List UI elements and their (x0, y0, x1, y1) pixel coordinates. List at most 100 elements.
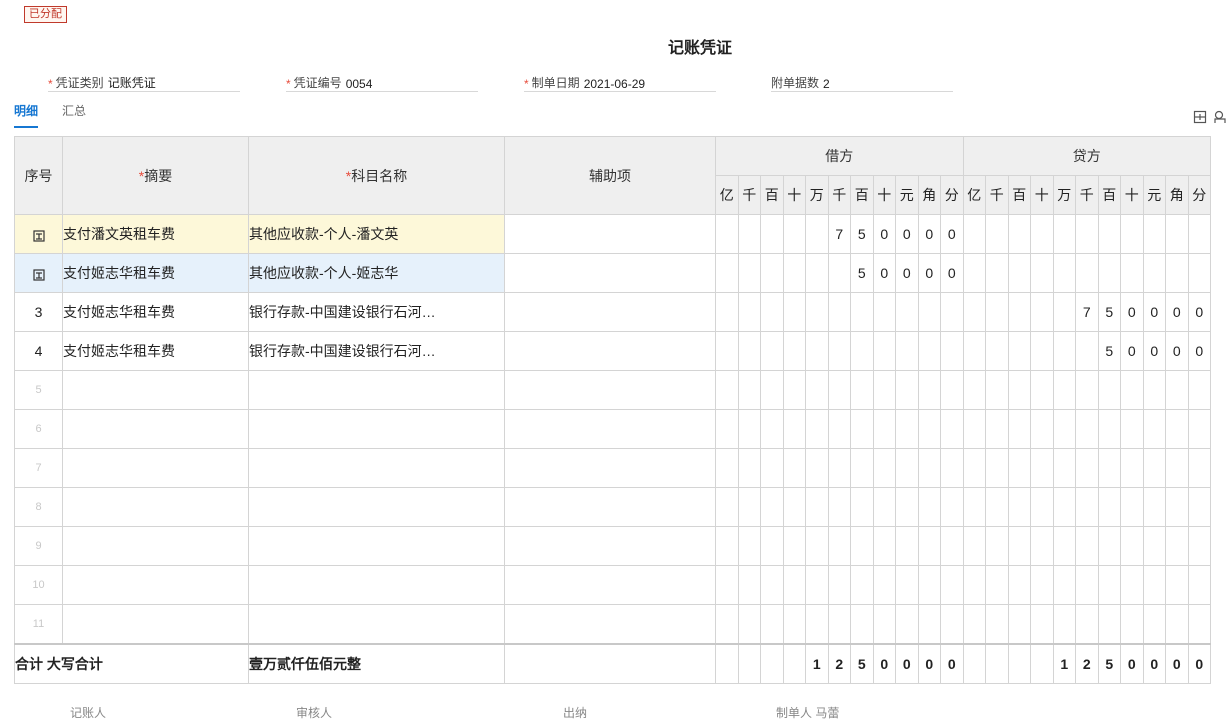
debit-digit-cell[interactable] (940, 409, 964, 449)
debit-digit-cell[interactable] (850, 565, 874, 605)
credit-digit-cell[interactable] (985, 370, 1009, 410)
table-row[interactable]: 支付姬志华租车费 其他应收款-个人-姬志华 5 0 0 0 0 (14, 253, 1211, 293)
attachment-count-value[interactable]: 2 (823, 77, 830, 91)
auxiliary-cell[interactable] (504, 292, 716, 332)
debit-digit-cell[interactable] (737, 331, 761, 371)
credit-digit-cell[interactable] (1052, 292, 1076, 332)
credit-digit-cell[interactable] (1007, 487, 1031, 527)
table-row[interactable]: 6 (14, 409, 1211, 449)
credit-digit-cell[interactable] (1120, 370, 1144, 410)
credit-digit-cell[interactable] (985, 448, 1009, 488)
table-row[interactable]: 10 (14, 565, 1211, 605)
debit-digit-cell[interactable] (940, 331, 964, 371)
summary-cell[interactable]: 支付姬志华租车费 (62, 253, 249, 293)
debit-digit-cell[interactable] (850, 370, 874, 410)
debit-digit-cell[interactable] (850, 526, 874, 566)
account-cell[interactable]: 其他应收款-个人-潘文英 (248, 214, 505, 254)
debit-digit-cell[interactable] (715, 565, 739, 605)
credit-digit-cell[interactable] (1187, 565, 1211, 605)
debit-digit-cell[interactable] (872, 526, 896, 566)
debit-digit-cell[interactable]: 0 (940, 214, 964, 254)
debit-digit-cell[interactable] (940, 565, 964, 605)
insert-row-icon[interactable] (32, 229, 45, 242)
credit-digit-cell[interactable] (1007, 526, 1031, 566)
auxiliary-cell[interactable] (504, 253, 716, 293)
debit-digit-cell[interactable] (715, 526, 739, 566)
credit-digit-cell[interactable] (1030, 565, 1054, 605)
debit-digit-cell[interactable] (850, 292, 874, 332)
summary-cell[interactable] (62, 526, 249, 566)
debit-digit-cell[interactable]: 5 (850, 253, 874, 293)
credit-digit-cell[interactable] (1165, 487, 1189, 527)
credit-digit-cell[interactable]: 5 (1097, 331, 1121, 371)
debit-digit-cell[interactable] (827, 604, 851, 645)
print-icon[interactable] (1213, 110, 1227, 124)
debit-digit-cell[interactable] (782, 526, 806, 566)
debit-digit-cell[interactable] (872, 292, 896, 332)
credit-digit-cell[interactable]: 0 (1142, 331, 1166, 371)
credit-digit-cell[interactable] (1142, 526, 1166, 566)
debit-digit-cell[interactable] (715, 604, 739, 645)
debit-digit-cell[interactable] (760, 526, 784, 566)
debit-digit-cell[interactable] (872, 487, 896, 527)
credit-digit-cell[interactable] (1075, 487, 1099, 527)
debit-digit-cell[interactable] (737, 487, 761, 527)
debit-digit-cell[interactable] (827, 526, 851, 566)
debit-digit-cell[interactable] (760, 253, 784, 293)
debit-digit-cell[interactable] (940, 370, 964, 410)
summary-cell[interactable] (62, 370, 249, 410)
credit-digit-cell[interactable] (962, 526, 986, 566)
account-cell[interactable]: 银行存款-中国建设银行石河… (248, 331, 505, 371)
credit-digit-cell[interactable] (1120, 565, 1144, 605)
credit-digit-cell[interactable] (1165, 253, 1189, 293)
credit-digit-cell[interactable] (1097, 253, 1121, 293)
debit-digit-cell[interactable] (805, 370, 829, 410)
account-cell[interactable] (248, 409, 505, 449)
summary-cell[interactable] (62, 565, 249, 605)
credit-digit-cell[interactable] (1142, 253, 1166, 293)
table-row[interactable]: 支付潘文英租车费 其他应收款-个人-潘文英 7 5 0 0 0 0 (14, 214, 1211, 254)
summary-cell[interactable]: 支付姬志华租车费 (62, 331, 249, 371)
credit-digit-cell[interactable] (985, 604, 1009, 645)
credit-digit-cell[interactable] (962, 370, 986, 410)
credit-digit-cell[interactable] (1030, 292, 1054, 332)
auxiliary-cell[interactable] (504, 214, 716, 254)
debit-digit-cell[interactable] (895, 565, 919, 605)
auxiliary-cell[interactable] (504, 409, 716, 449)
auxiliary-cell[interactable] (504, 487, 716, 527)
credit-digit-cell[interactable] (1120, 604, 1144, 645)
credit-digit-cell[interactable] (1142, 214, 1166, 254)
credit-digit-cell[interactable] (1075, 409, 1099, 449)
credit-digit-cell[interactable]: 5 (1097, 292, 1121, 332)
credit-digit-cell[interactable] (962, 565, 986, 605)
credit-digit-cell[interactable] (962, 604, 986, 645)
credit-digit-cell[interactable] (1187, 370, 1211, 410)
credit-digit-cell[interactable] (962, 487, 986, 527)
debit-digit-cell[interactable] (872, 448, 896, 488)
debit-digit-cell[interactable] (827, 370, 851, 410)
debit-digit-cell[interactable] (737, 526, 761, 566)
credit-digit-cell[interactable] (1165, 214, 1189, 254)
credit-digit-cell[interactable] (1052, 370, 1076, 410)
account-cell[interactable] (248, 448, 505, 488)
credit-digit-cell[interactable] (1142, 370, 1166, 410)
debit-digit-cell[interactable] (782, 448, 806, 488)
debit-digit-cell[interactable] (827, 565, 851, 605)
credit-digit-cell[interactable] (1030, 253, 1054, 293)
debit-digit-cell[interactable] (760, 214, 784, 254)
debit-digit-cell[interactable] (917, 331, 941, 371)
credit-digit-cell[interactable] (962, 448, 986, 488)
debit-digit-cell[interactable] (850, 448, 874, 488)
debit-digit-cell[interactable] (895, 604, 919, 645)
credit-digit-cell[interactable] (1007, 370, 1031, 410)
auxiliary-cell[interactable] (504, 526, 716, 566)
debit-digit-cell[interactable] (917, 565, 941, 605)
credit-digit-cell[interactable] (1097, 409, 1121, 449)
debit-digit-cell[interactable] (940, 292, 964, 332)
credit-digit-cell[interactable] (1030, 604, 1054, 645)
credit-digit-cell[interactable] (1097, 370, 1121, 410)
credit-digit-cell[interactable] (1120, 448, 1144, 488)
debit-digit-cell[interactable] (760, 487, 784, 527)
debit-digit-cell[interactable] (737, 604, 761, 645)
debit-digit-cell[interactable] (805, 448, 829, 488)
